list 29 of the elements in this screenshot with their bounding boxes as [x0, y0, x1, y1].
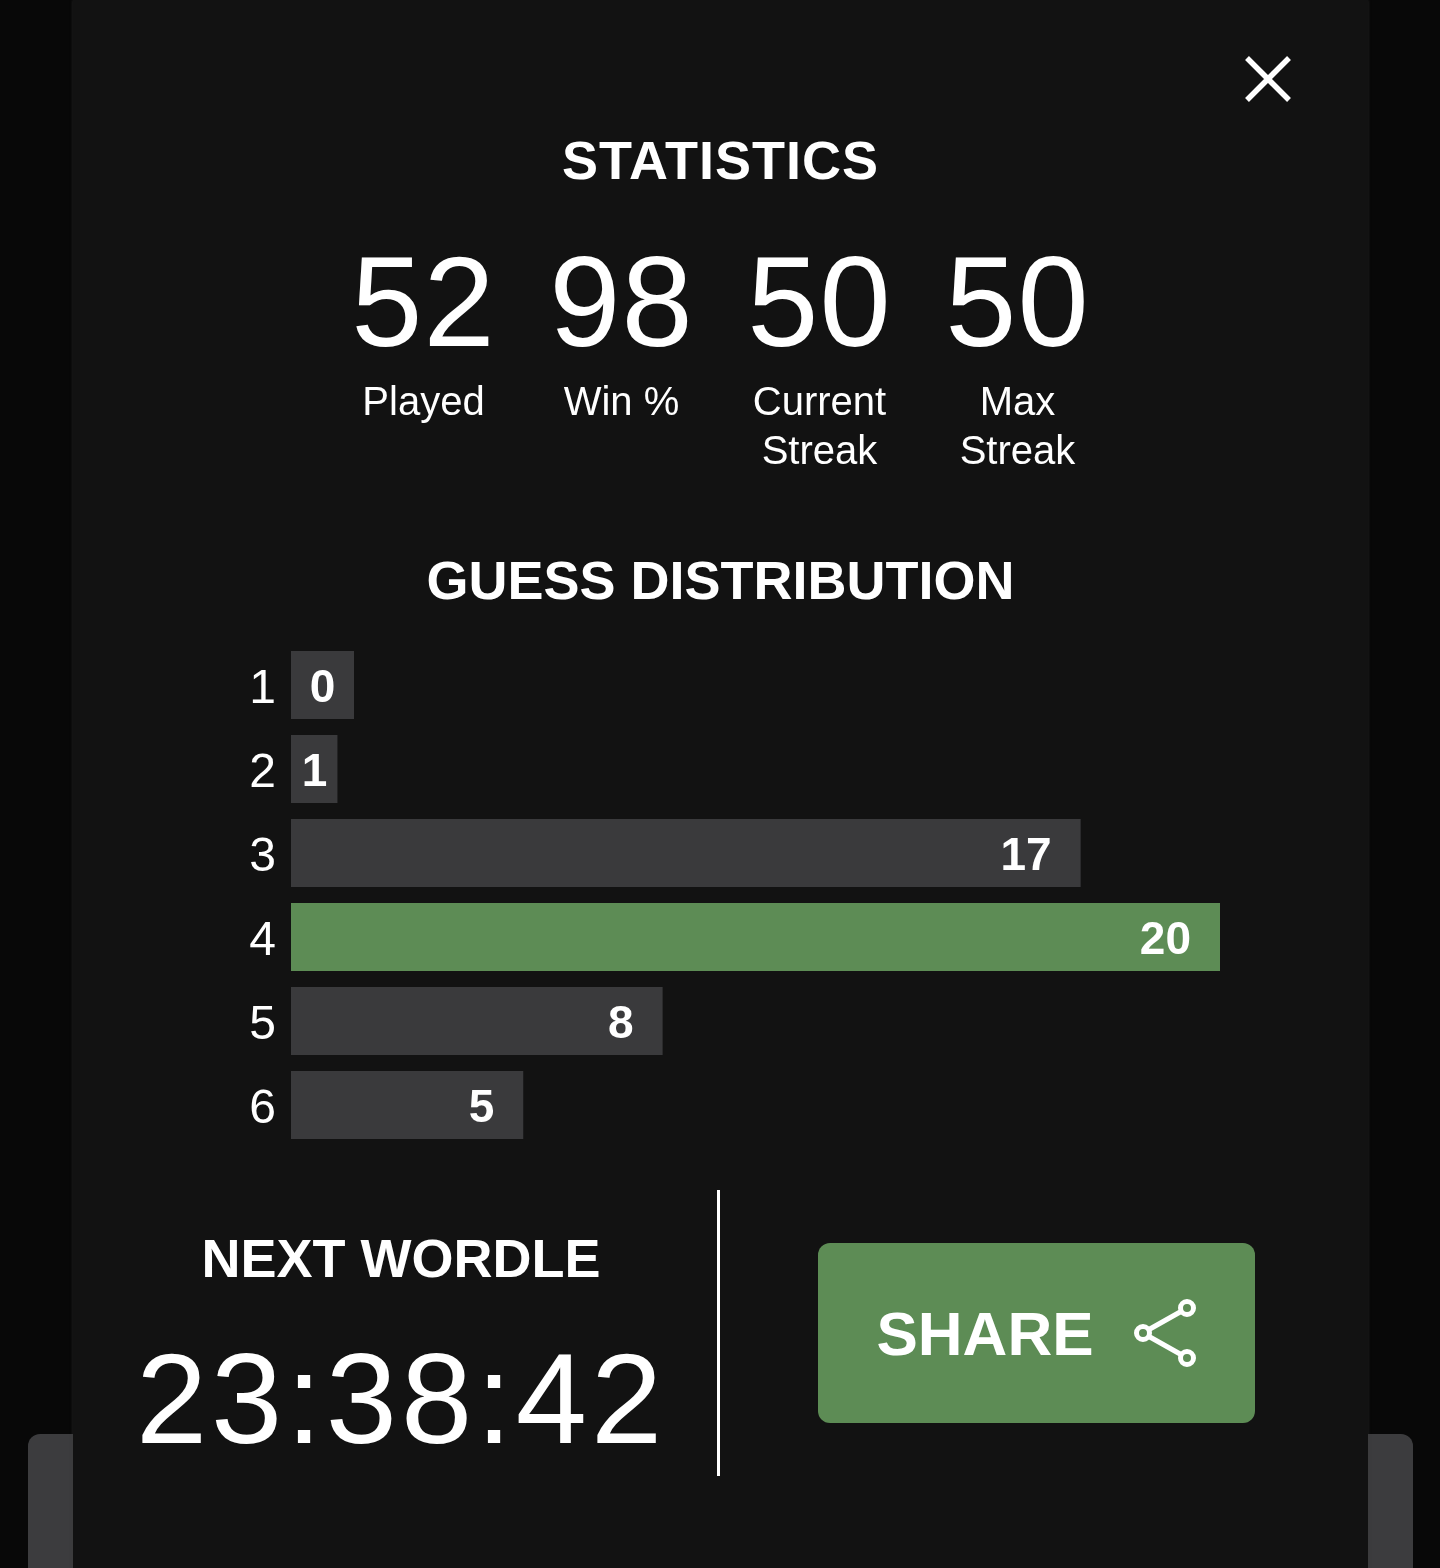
- stat-label: Win %: [562, 378, 681, 425]
- section-title: STATISTICS: [562, 133, 879, 187]
- bar-count-label: 1: [301, 744, 328, 796]
- section-title: GUESS DISTRIBUTION: [426, 553, 1015, 607]
- bar-count-label: 5: [468, 1080, 495, 1132]
- stat-label: Played: [361, 378, 486, 425]
- stat-label: Max Streak: [958, 378, 1077, 474]
- stat-value: 50: [747, 238, 892, 366]
- section-title: NEXT WORDLE: [201, 1231, 601, 1285]
- bar-count-label: 8: [608, 996, 634, 1048]
- countdown-timer: 23:38:42: [135, 1335, 667, 1463]
- close-icon: [1244, 55, 1292, 103]
- bar-count-label: 0: [309, 660, 336, 712]
- close-button[interactable]: [1244, 55, 1292, 103]
- stat-label: Current Streak: [751, 378, 888, 474]
- share-icon: [1133, 1299, 1196, 1367]
- bar-count-label: 20: [1139, 912, 1191, 964]
- share-button[interactable]: SHARE: [817, 1243, 1255, 1423]
- bar-count-label: 17: [1000, 828, 1052, 880]
- guess-number-label: 4: [249, 912, 276, 965]
- guess-number-label: 2: [249, 744, 276, 797]
- stat-value: 52: [351, 238, 496, 366]
- label-background: [291, 651, 354, 719]
- guess-number-label: 3: [249, 828, 276, 881]
- guess-number-label: 1: [249, 660, 276, 713]
- guess-number-label: 5: [249, 996, 276, 1049]
- stat-value: 50: [945, 238, 1090, 366]
- stat-value: 98: [549, 238, 694, 366]
- guess-number-label: 6: [249, 1080, 276, 1133]
